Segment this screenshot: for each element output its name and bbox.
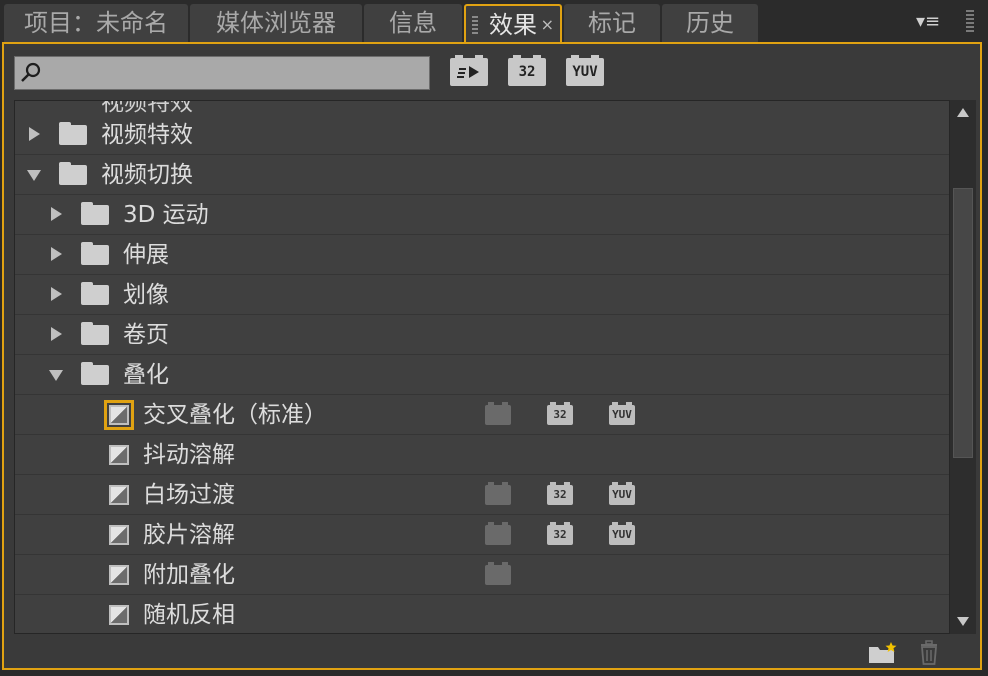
tab-effects-label: 效果 — [489, 11, 537, 39]
transition-icon — [109, 605, 129, 625]
collapse-arrow-icon[interactable] — [27, 170, 41, 181]
tree-item-3d-motion[interactable]: 3D 运动 — [15, 195, 949, 235]
scroll-thumb[interactable] — [953, 188, 973, 458]
expand-arrow-icon[interactable] — [29, 127, 40, 141]
tab-history[interactable]: 历史 — [662, 4, 758, 42]
tab-effects[interactable]: 效果 × — [464, 4, 562, 44]
folder-icon — [59, 122, 87, 145]
tree-item-dissolve[interactable]: 叠化 — [15, 355, 949, 395]
effect-item-label: 交叉叠化（标准） — [143, 402, 327, 428]
transition-icon — [104, 400, 134, 430]
tree-item-iris[interactable]: 划像 — [15, 275, 949, 315]
tree-item-label: 叠化 — [123, 362, 169, 388]
scroll-up-arrow-icon[interactable] — [957, 108, 969, 117]
effect-item-cross-dissolve[interactable]: 交叉叠化（标准） 32 YUV — [15, 395, 949, 435]
tab-media-browser-label: 媒体浏览器 — [216, 9, 336, 37]
effect-item-label: 附加叠化 — [143, 562, 235, 588]
expand-arrow-icon[interactable] — [51, 207, 62, 221]
folder-icon — [81, 242, 109, 265]
scroll-down-arrow-icon[interactable] — [957, 617, 969, 626]
tree-item-label: 视频特效 — [101, 122, 193, 148]
effect-item-film-dissolve[interactable]: 胶片溶解 32 YUV — [15, 515, 949, 555]
tab-project-label: 项目：未命名 — [24, 9, 168, 37]
yuv-badge: YUV — [609, 522, 635, 545]
expand-arrow-icon[interactable] — [51, 247, 62, 261]
effect-item-dip-to-white[interactable]: 白场过渡 32 YUV — [15, 475, 949, 515]
tree-item-label: 伸展 — [123, 242, 169, 268]
transition-icon — [109, 485, 129, 505]
32bit-badge: 32 — [547, 522, 573, 545]
tab-markers-label: 标记 — [588, 9, 636, 37]
accelerated-badge-icon — [485, 522, 511, 545]
close-tab-icon[interactable]: × — [541, 6, 554, 44]
effect-item-dither-dissolve[interactable]: 抖动溶解 — [15, 435, 949, 475]
folder-icon — [59, 162, 87, 185]
yuv-filter-button[interactable]: YUV — [566, 55, 604, 86]
folder-icon — [81, 202, 109, 225]
effect-item-label: 随机反相 — [143, 602, 235, 628]
vertical-scrollbar[interactable] — [950, 100, 976, 634]
tree-item-page-peel[interactable]: 卷页 — [15, 315, 949, 355]
tree-item-label: 3D 运动 — [123, 202, 209, 228]
tree-item-video-effects[interactable]: 视频特效 — [15, 115, 949, 155]
panel-grip-icon[interactable] — [966, 10, 974, 34]
32bit-filter-button[interactable]: 32 — [508, 55, 546, 86]
new-custom-bin-icon[interactable] — [868, 642, 898, 664]
effects-panel: 32 YUV 视频特效 视频特效 视频切换 3D 运动 伸展 划像 卷页 叠化 … — [2, 42, 982, 670]
delete-trash-icon[interactable] — [918, 640, 940, 666]
transition-icon — [109, 445, 129, 465]
tab-info-label: 信息 — [389, 9, 437, 37]
tree-item-label: 划像 — [123, 282, 169, 308]
effects-tree-list: 视频特效 视频特效 视频切换 3D 运动 伸展 划像 卷页 叠化 交叉叠化（标准… — [14, 100, 950, 634]
search-input[interactable] — [14, 56, 430, 90]
expand-arrow-icon[interactable] — [51, 287, 62, 301]
effect-item-label: 胶片溶解 — [143, 522, 235, 548]
folder-icon — [81, 322, 109, 345]
tab-markers[interactable]: 标记 — [564, 4, 660, 42]
folder-icon — [81, 282, 109, 305]
tab-history-label: 历史 — [686, 9, 734, 37]
tree-item-stretch[interactable]: 伸展 — [15, 235, 949, 275]
search-icon — [21, 62, 41, 82]
tab-media-browser[interactable]: 媒体浏览器 — [190, 4, 362, 42]
tree-item-video-transitions[interactable]: 视频切换 — [15, 155, 949, 195]
panel-menu-icon[interactable]: ▾≡ — [916, 8, 950, 36]
tree-item-label: 卷页 — [123, 322, 169, 348]
tab-project[interactable]: 项目：未命名 — [4, 4, 188, 42]
transition-icon — [109, 525, 129, 545]
yuv-badge: YUV — [609, 402, 635, 425]
collapse-arrow-icon[interactable] — [49, 370, 63, 381]
32bit-badge: 32 — [547, 402, 573, 425]
accelerated-effects-filter-button[interactable] — [450, 55, 488, 86]
tab-info[interactable]: 信息 — [364, 4, 462, 42]
effect-item-additive-dissolve[interactable]: 附加叠化 — [15, 555, 949, 595]
yuv-badge: YUV — [609, 482, 635, 505]
accelerated-effects-icon — [457, 66, 479, 78]
accelerated-badge-icon — [485, 482, 511, 505]
panel-tab-bar: 项目：未命名 媒体浏览器 信息 效果 × 标记 历史 ▾≡ — [0, 0, 988, 44]
expand-arrow-icon[interactable] — [51, 327, 62, 341]
effect-item-label: 抖动溶解 — [143, 442, 235, 468]
tab-grip-icon[interactable] — [472, 16, 478, 36]
effect-item-label: 白场过渡 — [143, 482, 235, 508]
effect-item-random-invert[interactable]: 随机反相 — [15, 595, 949, 633]
transition-icon — [109, 565, 129, 585]
accelerated-badge-icon — [485, 402, 511, 425]
tree-item-label: 视频切换 — [101, 162, 193, 188]
32bit-badge: 32 — [547, 482, 573, 505]
accelerated-badge-icon — [485, 562, 511, 585]
folder-icon — [81, 362, 109, 385]
